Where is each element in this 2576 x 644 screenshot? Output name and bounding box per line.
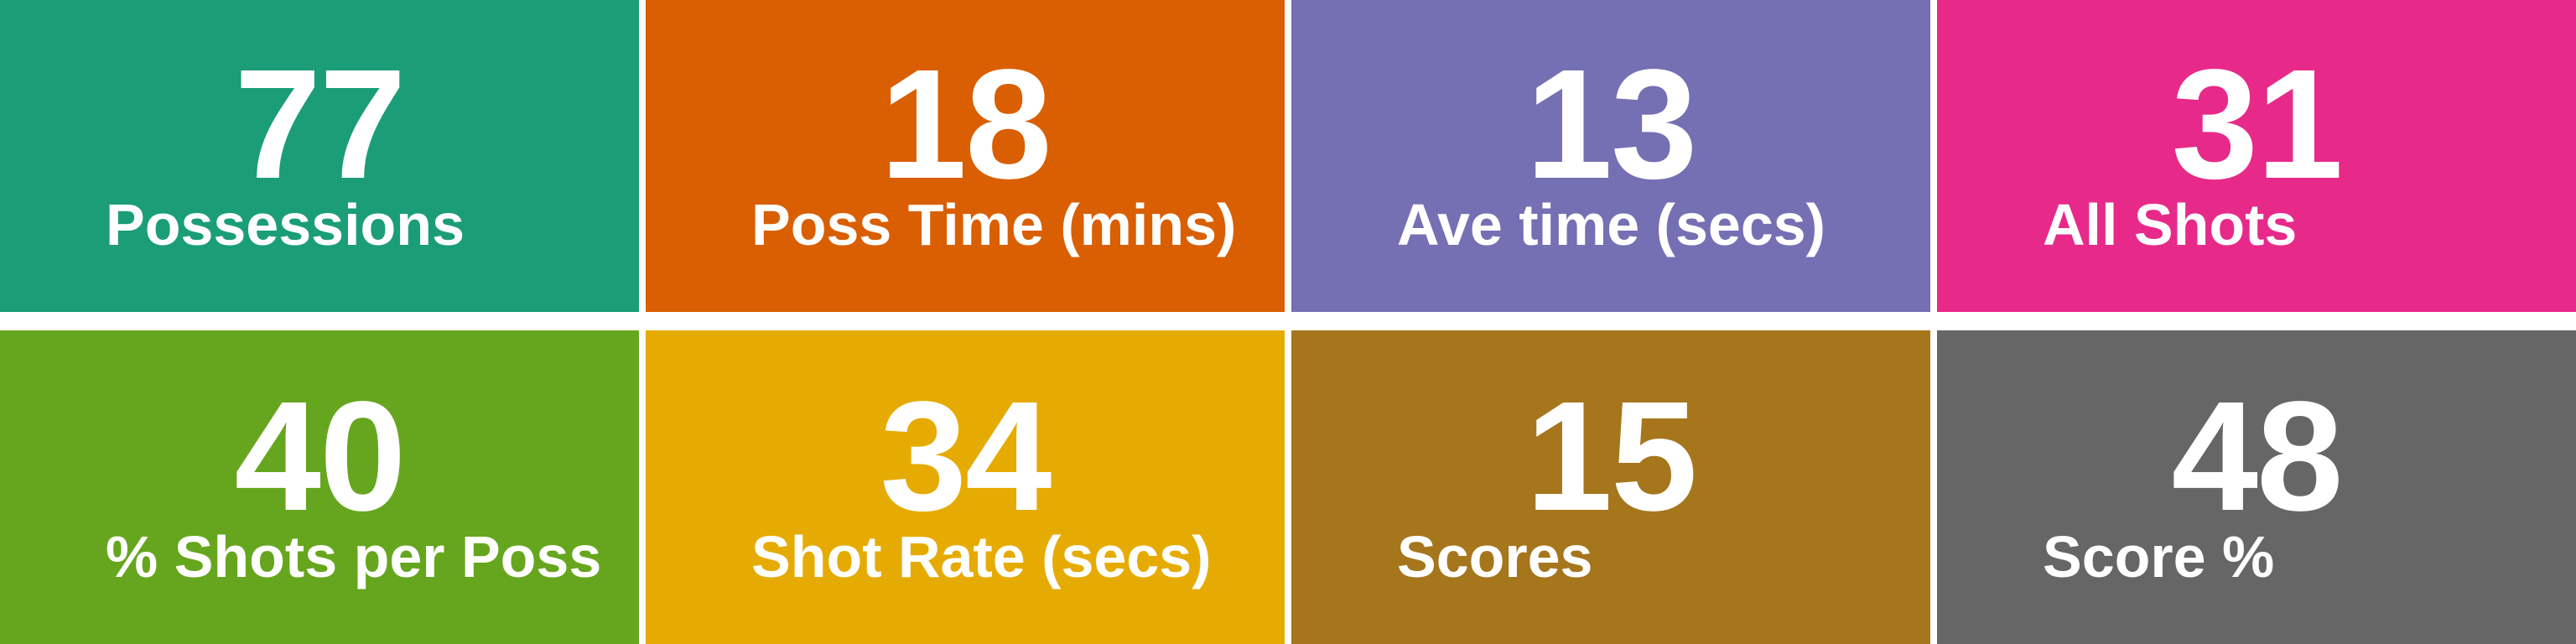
tile-value: 31 (2171, 38, 2344, 211)
stats-tile-grid: 77 Possessions 18 Poss Time (mins) 13 Av… (0, 0, 2576, 644)
tile-value: 13 (1525, 38, 1698, 211)
tile-value: 15 (1525, 370, 1698, 543)
tile-all-shots: 31 All Shots (1937, 0, 2576, 312)
tile-value: 77 (234, 38, 407, 211)
tile-label: All Shots (2043, 192, 2298, 257)
tile-shot-rate: 34 Shot Rate (secs) (646, 330, 1285, 644)
tile-label: Poss Time (mins) (751, 192, 1237, 257)
tile-value: 48 (2171, 370, 2344, 543)
tile-ave-time: 13 Ave time (secs) (1291, 0, 1930, 312)
tile-poss-time: 18 Poss Time (mins) (646, 0, 1285, 312)
tile-label: % Shots per Poss (106, 524, 602, 589)
tile-possessions: 77 Possessions (0, 0, 639, 312)
tile-label: Possessions (106, 192, 465, 257)
tile-scores: 15 Scores (1291, 330, 1930, 644)
tile-label: Shot Rate (secs) (751, 524, 1212, 589)
tile-value: 34 (880, 370, 1052, 543)
tile-score-percent: 48 Score % (1937, 330, 2576, 644)
tile-label: Scores (1397, 524, 1593, 589)
tile-shots-per-poss: 40 % Shots per Poss (0, 330, 639, 644)
tile-label: Score % (2043, 524, 2275, 589)
tile-value: 18 (880, 38, 1052, 211)
tile-label: Ave time (secs) (1397, 192, 1826, 257)
tile-value: 40 (234, 370, 407, 543)
